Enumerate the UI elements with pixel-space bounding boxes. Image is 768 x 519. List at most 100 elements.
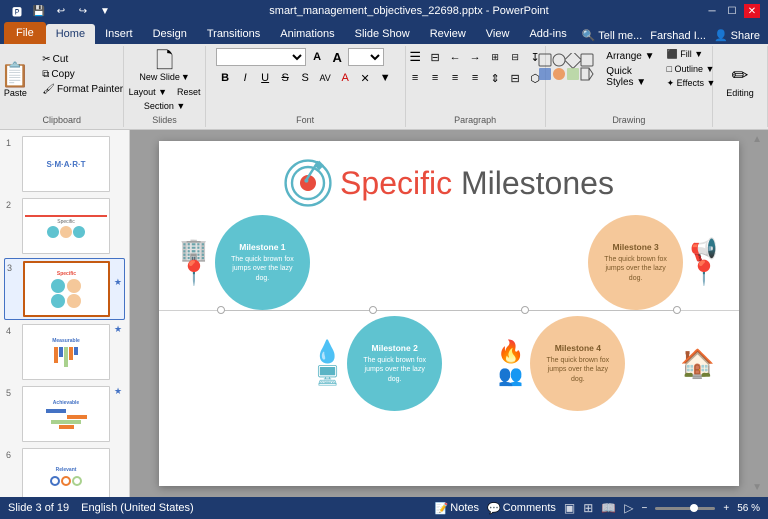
user-account[interactable]: Farshad I... [650, 30, 706, 42]
tab-slideshow[interactable]: Slide Show [345, 24, 420, 44]
copy-button[interactable]: ⧉ Copy [38, 68, 127, 81]
align-text-button[interactable]: ⊟ [506, 69, 524, 87]
normal-view-button[interactable]: ▣ [564, 501, 575, 515]
minimize-button[interactable]: ─ [704, 4, 720, 18]
font-name-select[interactable] [216, 48, 306, 66]
tab-insert[interactable]: Insert [95, 24, 143, 44]
strikethrough-button[interactable]: S [276, 69, 294, 87]
cut-icon: ✂ [42, 54, 50, 65]
shadow-button[interactable]: S [296, 69, 314, 87]
milestone-2-text: The quick brown fox jumps over the lazy … [357, 356, 432, 383]
scroll-down-arrow[interactable]: ▼ [752, 482, 762, 493]
tab-addins[interactable]: Add-ins [519, 24, 576, 44]
close-button[interactable]: ✕ [744, 4, 760, 18]
editing-icon: ✏ [732, 63, 749, 88]
tab-animations[interactable]: Animations [270, 24, 344, 44]
zoom-level[interactable]: 56 % [737, 503, 760, 514]
milestone-1-icons: 🏢 📍 [179, 237, 209, 288]
undo-qat-button[interactable]: ↩ [52, 2, 70, 20]
arrange-button[interactable]: Arrange ▼ [602, 50, 658, 63]
justify-button[interactable]: ≡ [466, 69, 484, 87]
tab-design[interactable]: Design [143, 24, 197, 44]
smart-art-button[interactable]: ⊞ [486, 48, 504, 66]
slide-2-thumbnail: Specific [22, 198, 110, 254]
save-qat-button[interactable]: 💾 [30, 2, 48, 20]
zoom-in-button[interactable]: + [723, 503, 729, 514]
clear-format-button[interactable]: ✕ [356, 69, 374, 87]
shape-effects-button[interactable]: ✦ Effects ▼ [663, 77, 720, 90]
font-color-dropdown[interactable]: ▼ [376, 69, 394, 87]
slideshow-button[interactable]: ▷ [624, 501, 633, 515]
editing-button[interactable]: ✏ Editing [720, 61, 760, 100]
shape-outline-button[interactable]: □ Outline ▼ [663, 63, 720, 75]
layout-button[interactable]: Layout ▼ [125, 86, 171, 98]
slide-thumb-2[interactable]: 2 Specific [4, 196, 125, 256]
increase-font-button[interactable]: A [328, 48, 346, 66]
align-right-button[interactable]: ≡ [446, 69, 464, 87]
new-slide-dropdown-icon[interactable]: ▼ [181, 72, 190, 82]
format-painter-button[interactable]: 🖌 Format Painter [38, 83, 127, 96]
title-bar: 🅿 💾 ↩ ↪ ▼ smart_management_objectives_22… [0, 0, 768, 22]
font-color-button[interactable]: A [336, 69, 354, 87]
underline-button[interactable]: U [256, 69, 274, 87]
maximize-button[interactable]: ☐ [724, 4, 740, 18]
drawing-group: Arrange ▼ QuickStyles ▼ ⬛ Fill ▼ □ Outli… [546, 46, 713, 127]
italic-button[interactable]: I [236, 69, 254, 87]
slide-thumb-6[interactable]: 6 Relevant [4, 446, 125, 497]
tab-view[interactable]: View [476, 24, 520, 44]
cut-button[interactable]: ✂ Cut [38, 53, 127, 66]
notes-button[interactable]: 📝 Notes [435, 502, 479, 515]
shape-fill-button[interactable]: ⬛ Fill ▼ [663, 48, 720, 61]
redo-qat-button[interactable]: ↪ [74, 2, 92, 20]
new-slide-button[interactable]: 🗋 New Slide ▼ [135, 48, 193, 84]
tell-me-button[interactable]: 🔍 Tell me... [582, 29, 643, 42]
reading-view-button[interactable]: 📖 [601, 501, 616, 515]
editing-group: ✏ Editing [713, 46, 768, 127]
center-button[interactable]: ≡ [426, 69, 444, 87]
slide-thumb-1[interactable]: 1 S·M·A·R·T [4, 134, 125, 194]
slide-thumb-4[interactable]: 4 Measurable ★ [4, 322, 125, 382]
milestones-area: 🏢 📍 Milestone 1 The quick brown fox jump… [159, 215, 739, 411]
numbering-button[interactable]: ⊟ [426, 48, 444, 66]
tab-home[interactable]: Home [46, 24, 95, 44]
increase-indent-button[interactable]: → [466, 48, 484, 66]
decrease-indent-button[interactable]: ← [446, 48, 464, 66]
comments-icon: 💬 [487, 502, 501, 515]
quick-styles-button[interactable]: QuickStyles ▼ [602, 65, 658, 89]
tab-file[interactable]: File [4, 22, 46, 44]
slide-thumb-5[interactable]: 5 Achievable ★ [4, 384, 125, 444]
paste-button[interactable]: 📋 Paste [0, 62, 34, 100]
slide-title: Specific Milestones [340, 165, 614, 202]
slide-thumb-3[interactable]: 3 Specific ★ [4, 258, 125, 320]
align-left-button[interactable]: ≡ [406, 69, 424, 87]
milestone-4-bubble: Milestone 4 The quick brown fox jumps ov… [530, 316, 625, 411]
bullets-button[interactable]: ☰ [406, 48, 424, 66]
zoom-out-button[interactable]: − [642, 503, 648, 514]
tab-transitions[interactable]: Transitions [197, 24, 270, 44]
reset-button[interactable]: Reset [173, 86, 205, 98]
format-painter-icon: 🖌 [42, 84, 55, 95]
section-button[interactable]: Section ▼ [140, 100, 189, 112]
customize-qat-button[interactable]: ▼ [96, 2, 114, 20]
slide-canvas[interactable]: Specific Milestones [159, 141, 739, 486]
timeline-dot-4 [673, 306, 681, 314]
font-size-select[interactable] [348, 48, 384, 66]
comments-button[interactable]: 💬 Comments [487, 502, 556, 515]
columns-button[interactable]: ⊟ [506, 48, 524, 66]
slide-panel[interactable]: 1 S·M·A·R·T 2 Specific [0, 130, 130, 497]
text-direction-button[interactable]: ⇕ [486, 69, 504, 87]
bold-button[interactable]: B [216, 69, 234, 87]
share-button[interactable]: 👤 Share [714, 29, 760, 42]
milestone-1-area: 🏢 📍 Milestone 1 The quick brown fox jump… [179, 215, 310, 310]
decrease-font-button[interactable]: A [308, 48, 326, 66]
tab-review[interactable]: Review [420, 24, 476, 44]
milestone-3-area: Milestone 3 The quick brown fox jumps ov… [588, 215, 719, 310]
slide-count: Slide 3 of 19 [8, 502, 69, 514]
zoom-slider[interactable] [655, 507, 715, 510]
char-spacing-button[interactable]: AV [316, 69, 334, 87]
milestone-3-title: Milestone 3 [612, 242, 658, 252]
scroll-up-arrow[interactable]: ▲ [752, 134, 762, 145]
slide-content-area[interactable]: ▲ Specific Milestones [130, 130, 768, 497]
slide-sorter-button[interactable]: ⊞ [583, 501, 593, 515]
paragraph-label: Paragraph [406, 115, 545, 125]
